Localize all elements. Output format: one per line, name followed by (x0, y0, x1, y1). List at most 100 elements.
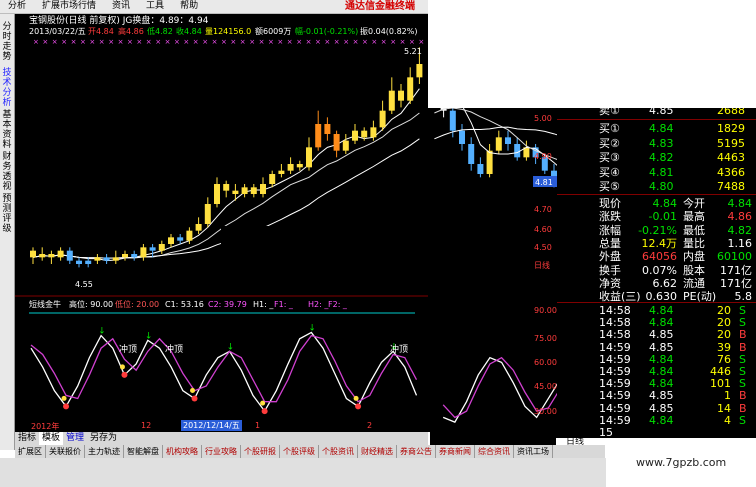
bottom-tab[interactable]: 券商新闻 (436, 445, 475, 458)
candle-body (66, 250, 73, 261)
chart-right-extension: 5.00 4.90 4.81 4.70 4.60 4.50 日线 90.00 7… (428, 108, 558, 432)
chart-high: 高4.86 (118, 26, 144, 36)
candle-body (48, 254, 55, 258)
buy-row: 买② 4.83 5195 (557, 137, 756, 151)
bottom-tab[interactable]: 主力轨迹 (85, 445, 124, 458)
signal-dot: × (61, 38, 67, 46)
oscillator-c2 (30, 334, 418, 403)
bottom-tab[interactable]: 财经精选 (358, 445, 397, 458)
bottom-tab[interactable]: 资讯工场 (514, 445, 553, 458)
chart-low: 低4.82 (147, 26, 173, 36)
axis-month-12: 12 (141, 421, 152, 430)
watermark: www.7gpzb.com (606, 440, 756, 487)
sub-title: 短线金牛 (29, 299, 61, 309)
sub-high: 高位: 90.00 (69, 299, 113, 309)
tab-basic-info[interactable]: 基本资料 (1, 110, 13, 150)
stat-value: -0.01 (648, 210, 677, 224)
bottom-tab[interactable]: 综合资讯 (475, 445, 514, 458)
bottom-tab[interactable]: 个股资讯 (319, 445, 358, 458)
bottom-tab[interactable]: 机构攻略 (163, 445, 202, 458)
signal-dot: × (409, 38, 415, 46)
buy-signal-dot (191, 395, 198, 402)
axis-day-label: 日线 (534, 260, 550, 270)
axis-osc-60: 60.00 (534, 358, 557, 367)
sell-signal-arrow: ↓ (308, 323, 316, 333)
candle-body (398, 90, 404, 101)
axis-month-1: 1 (255, 421, 261, 430)
buy-label: 买① (599, 122, 620, 135)
buy-row: 买⑤ 4.80 7488 (557, 180, 756, 194)
divider (557, 119, 756, 120)
chart-amount: 额6009万 (255, 26, 291, 36)
signal-dot: × (146, 38, 152, 46)
candle-body (250, 187, 257, 194)
bottom-tab[interactable]: 个股研报 (241, 445, 280, 458)
axis-osc-30: 30.00 (534, 407, 557, 416)
candle-body (278, 170, 285, 174)
menu-analysis[interactable]: 分析 (0, 0, 34, 13)
signal-marker (190, 388, 196, 394)
sub-low: 低位: 20.00 (115, 299, 159, 309)
blank-area (428, 0, 756, 108)
tab-template[interactable]: 模板 (39, 432, 64, 445)
signal-dot: × (334, 38, 340, 46)
stat-label: 内盘 (683, 250, 705, 264)
buy-signal-dot (355, 403, 362, 410)
tab-technical[interactable]: 技术分析 (1, 68, 13, 108)
signal-marker (61, 395, 67, 401)
bottom-tab[interactable]: 关联报价 (46, 445, 85, 458)
bottom-tab[interactable]: 券商公告 (397, 445, 436, 458)
menu-news[interactable]: 资讯 (104, 0, 138, 13)
stat-row: 现价 4.84 今开 4.84 (557, 197, 756, 211)
buy-row: 买④ 4.81 4366 (557, 166, 756, 180)
buy-volume: 5195 (717, 136, 745, 150)
axis-osc-45: 45.00 (534, 382, 557, 391)
tab-finance[interactable]: 财务透视 (1, 152, 13, 192)
menu-help[interactable]: 帮助 (172, 0, 206, 13)
candle-body (505, 137, 511, 144)
bottom-tab[interactable]: 智能解盘 (124, 445, 163, 458)
buy-label: 买② (599, 136, 620, 150)
axis-date-box: 2012/12/14/五 (181, 420, 242, 431)
candle-body (122, 254, 128, 258)
bottom-tab[interactable]: 行业攻略 (202, 445, 241, 458)
candle-body (223, 184, 230, 191)
status-bar (0, 458, 606, 487)
stat-value: 4.86 (727, 210, 753, 224)
menu-tools[interactable]: 工具 (138, 0, 172, 13)
watermark-text: www.7gpzb.com (636, 456, 727, 469)
min-price-label: 4.55 (75, 280, 93, 289)
candle-body (306, 147, 312, 168)
stat-label: 涨跌 (599, 210, 621, 224)
tab-indicator[interactable]: 指标 (15, 432, 39, 445)
tab-manage[interactable]: 管理 (63, 432, 87, 445)
chart-change: 幅-0.01(-0.21%) (295, 26, 358, 36)
signal-dot: × (127, 38, 133, 46)
buy-price: 4.81 (649, 165, 674, 179)
bottom-tab[interactable]: 扩展区 (15, 445, 46, 458)
stat-value: 1.16 (727, 236, 753, 250)
candle-body (195, 224, 202, 231)
signal-dot: × (155, 38, 161, 46)
buy-volume: 4463 (717, 151, 745, 164)
candle-body (324, 124, 331, 134)
tab-intraday[interactable]: 分时走势 (1, 22, 13, 62)
candle-body (495, 137, 502, 151)
chart-area[interactable]: 宝钢股份(日线 前复权) JG换盘：4.89：4.94 2013/03/22/五… (15, 14, 428, 432)
menu-ext-market[interactable]: 扩展市场行情 (34, 0, 104, 13)
sub-h1: H1: _ (253, 300, 274, 309)
bottom-tab[interactable]: 个股评级 (280, 445, 319, 458)
sub-c1: C1: 53.16 (165, 300, 204, 309)
candle-body (379, 110, 386, 128)
tab-rating[interactable]: 预测评级 (1, 194, 13, 234)
stat-row: 涨跌 -0.01 最高 4.86 (557, 210, 756, 224)
tab-save-as[interactable]: 另存为 (87, 432, 120, 445)
stat-label: 换手 (599, 263, 621, 277)
chart-open: 开4.84 (88, 27, 114, 36)
signal-dot: × (362, 38, 368, 46)
candle-body (486, 150, 493, 174)
stat-row: 净资 6.62 流通 171亿 (557, 277, 756, 291)
current-price-label: 4.81 (535, 178, 553, 187)
signal-dot: × (353, 38, 359, 46)
stat-value: 4.84 (727, 197, 753, 210)
